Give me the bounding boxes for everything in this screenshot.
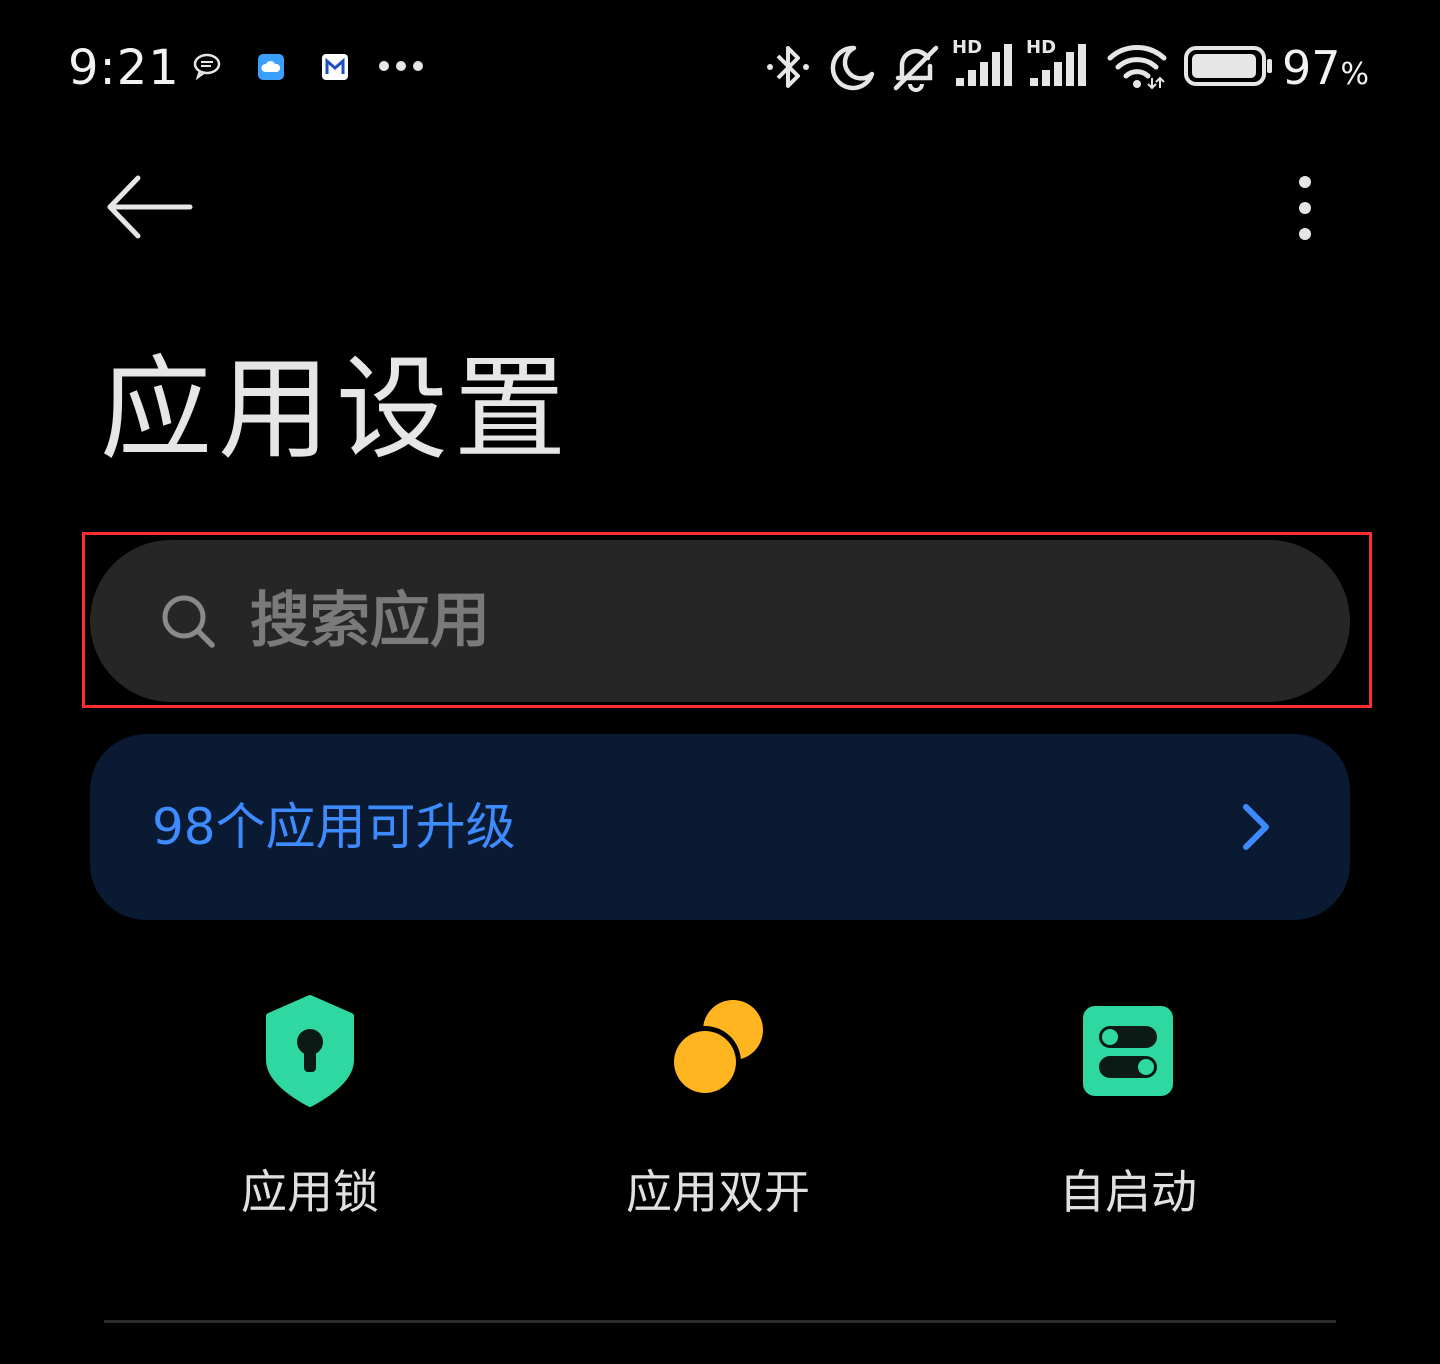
- silent-bell-icon: [893, 45, 939, 92]
- upgrade-banner-text: 98个应用可升级: [152, 798, 516, 856]
- bluetooth-icon: [767, 46, 809, 88]
- arrow-left-icon: [107, 175, 193, 239]
- chevron-right-icon: [1243, 804, 1269, 850]
- more-options-button[interactable]: [1280, 168, 1330, 248]
- page-title: 应用设置: [100, 345, 572, 475]
- shield-lock-icon: [266, 995, 354, 1107]
- chat-bubble-icon: [193, 53, 221, 80]
- dual-circles-icon: [669, 1000, 763, 1098]
- status-time: 9:21: [68, 40, 180, 96]
- hd-signal-icon: HD: [1026, 38, 1092, 90]
- search-icon: [162, 595, 215, 648]
- app-upgrade-banner[interactable]: 98个应用可升级: [90, 734, 1350, 920]
- search-bar[interactable]: [90, 540, 1350, 702]
- tile-label: 应用锁: [241, 1165, 379, 1219]
- back-button[interactable]: [100, 170, 200, 244]
- more-notifications-icon: [379, 61, 423, 71]
- toggle-switches-icon: [1083, 1006, 1173, 1096]
- battery-value: 97: [1282, 41, 1341, 95]
- hd-signal-icon: HD: [952, 38, 1018, 90]
- section-divider: [104, 1320, 1336, 1323]
- tile-auto-start[interactable]: 自启动: [968, 990, 1288, 1230]
- battery-unit: %: [1340, 57, 1370, 92]
- tile-app-lock[interactable]: 应用锁: [150, 990, 470, 1230]
- cloud-app-icon: [258, 54, 284, 80]
- tile-label: 应用双开: [626, 1165, 810, 1219]
- wifi-icon: [1107, 45, 1167, 90]
- battery-icon: [1184, 46, 1272, 86]
- mail-app-icon: [322, 54, 348, 80]
- vertical-dots-icon: [1299, 176, 1311, 240]
- search-input[interactable]: [248, 585, 1148, 657]
- battery-percentage: 97%: [1282, 40, 1369, 103]
- do-not-disturb-moon-icon: [830, 45, 875, 91]
- tile-label: 自启动: [1059, 1165, 1197, 1219]
- tile-dual-apps[interactable]: 应用双开: [558, 990, 878, 1230]
